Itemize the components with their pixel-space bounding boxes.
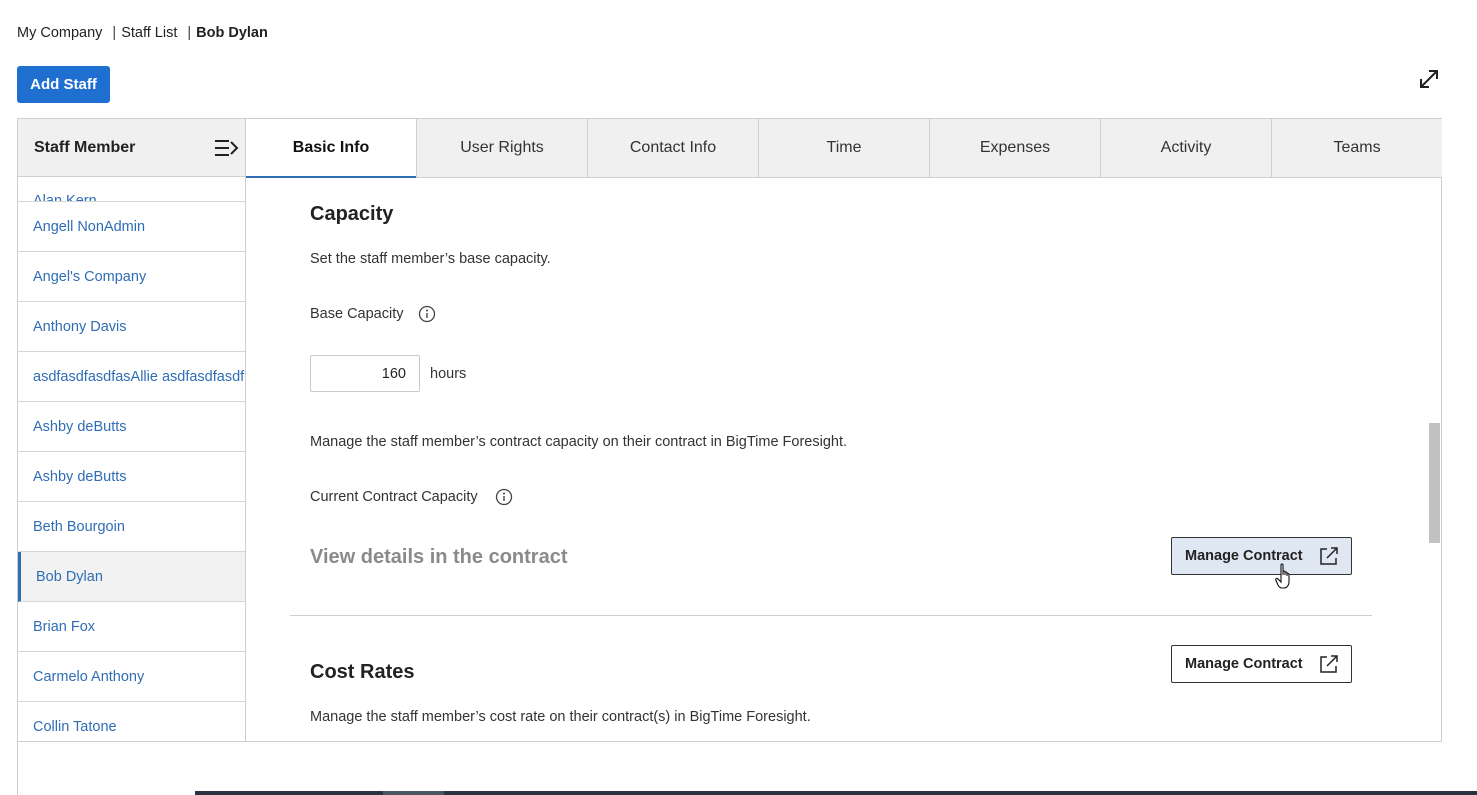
- staff-panel: Staff Member Alan Kern Angell NonAdmin A…: [17, 118, 1442, 795]
- taskbar-segment: [383, 791, 444, 795]
- list-item[interactable]: Angell NonAdmin: [18, 202, 245, 252]
- capacity-title: Capacity: [310, 203, 394, 225]
- cost-rates-description: Manage the staff member’s cost rate on t…: [310, 709, 811, 725]
- tab-activity[interactable]: Activity: [1100, 119, 1271, 177]
- tab-teams[interactable]: Teams: [1271, 119, 1442, 177]
- manage-contract-button[interactable]: Manage Contract: [1171, 645, 1352, 683]
- collapse-list-icon[interactable]: [213, 137, 239, 159]
- sidebar-title: Staff Member: [34, 138, 136, 156]
- section-divider: [290, 615, 1372, 616]
- cost-rates-title: Cost Rates: [310, 661, 415, 683]
- scrollbar-thumb[interactable]: [1429, 423, 1440, 543]
- staff-name: Ashby deButts: [33, 418, 127, 435]
- tab-bar: Basic Info User Rights Contact Info Time…: [246, 119, 1442, 178]
- tab-time[interactable]: Time: [758, 119, 929, 177]
- base-capacity-label: Base Capacity: [310, 306, 404, 322]
- content-scrollbar[interactable]: [1428, 186, 1440, 741]
- breadcrumb: My Company | Staff List | Bob Dylan: [17, 25, 268, 41]
- staff-name: Brian Fox: [33, 618, 96, 635]
- staff-name: Anthony Davis: [33, 318, 127, 335]
- manage-contract-button[interactable]: Manage Contract: [1171, 537, 1352, 575]
- staff-name: Carmelo Anthony: [33, 668, 145, 685]
- external-link-icon: [1320, 655, 1338, 673]
- list-item[interactable]: Ashby deButts: [18, 402, 245, 452]
- list-item[interactable]: Anthony Davis: [18, 302, 245, 352]
- expand-arrows-icon[interactable]: [1416, 66, 1442, 92]
- staff-name: Alan Kern: [33, 193, 97, 202]
- tab-basic-info[interactable]: Basic Info: [246, 119, 416, 178]
- panel-footer: [18, 741, 1442, 795]
- tab-user-rights[interactable]: User Rights: [416, 119, 587, 177]
- list-item[interactable]: Collin Tatone: [18, 702, 245, 741]
- staff-name: asdfasdfasdfasAllie asdfasdfasdf: [33, 368, 245, 385]
- tab-contact-info[interactable]: Contact Info: [587, 119, 758, 177]
- current-contract-capacity-label: Current Contract Capacity: [310, 489, 478, 505]
- base-capacity-input[interactable]: [310, 355, 420, 392]
- hours-unit: hours: [430, 366, 467, 382]
- manage-contract-label: Manage Contract: [1185, 548, 1303, 564]
- breadcrumb-separator: |: [187, 25, 192, 41]
- sidebar-header: Staff Member: [18, 119, 245, 177]
- staff-name: Angell NonAdmin: [33, 218, 146, 235]
- list-item[interactable]: Alan Kern: [18, 177, 245, 202]
- info-icon[interactable]: [418, 305, 436, 323]
- staff-name: Angel's Company: [33, 268, 147, 285]
- info-icon[interactable]: [495, 488, 513, 506]
- breadcrumb-staff-list[interactable]: Staff List: [121, 25, 177, 41]
- tab-expenses[interactable]: Expenses: [929, 119, 1100, 177]
- staff-name: Beth Bourgoin: [33, 518, 125, 535]
- breadcrumb-my-company[interactable]: My Company: [17, 25, 102, 41]
- contract-description: Manage the staff member’s contract capac…: [310, 434, 848, 450]
- basic-info-content: Capacity Set the staff member’s base cap…: [246, 178, 1442, 741]
- breadcrumb-current: Bob Dylan: [196, 25, 268, 41]
- staff-name: Ashby deButts: [33, 468, 127, 485]
- staff-name: Collin Tatone: [33, 718, 117, 735]
- external-link-icon: [1320, 547, 1338, 565]
- list-item[interactable]: asdfasdfasdfasAllie asdfasdfasdf: [18, 352, 245, 402]
- list-item[interactable]: Ashby deButts: [18, 452, 245, 502]
- list-item-selected[interactable]: Bob Dylan: [18, 552, 245, 602]
- list-item[interactable]: Beth Bourgoin: [18, 502, 245, 552]
- list-item[interactable]: Carmelo Anthony: [18, 652, 245, 702]
- breadcrumb-separator: |: [112, 25, 117, 41]
- staff-sidebar: Staff Member Alan Kern Angell NonAdmin A…: [18, 119, 246, 741]
- add-staff-button[interactable]: Add Staff: [17, 66, 110, 103]
- manage-contract-label: Manage Contract: [1185, 656, 1303, 672]
- staff-name: Bob Dylan: [36, 568, 103, 585]
- taskbar-strip: [195, 791, 1477, 795]
- list-item[interactable]: Brian Fox: [18, 602, 245, 652]
- staff-list: Alan Kern Angell NonAdmin Angel's Compan…: [18, 177, 245, 741]
- capacity-description: Set the staff member’s base capacity.: [310, 251, 551, 267]
- view-details-text: View details in the contract: [310, 546, 568, 568]
- list-item[interactable]: Angel's Company: [18, 252, 245, 302]
